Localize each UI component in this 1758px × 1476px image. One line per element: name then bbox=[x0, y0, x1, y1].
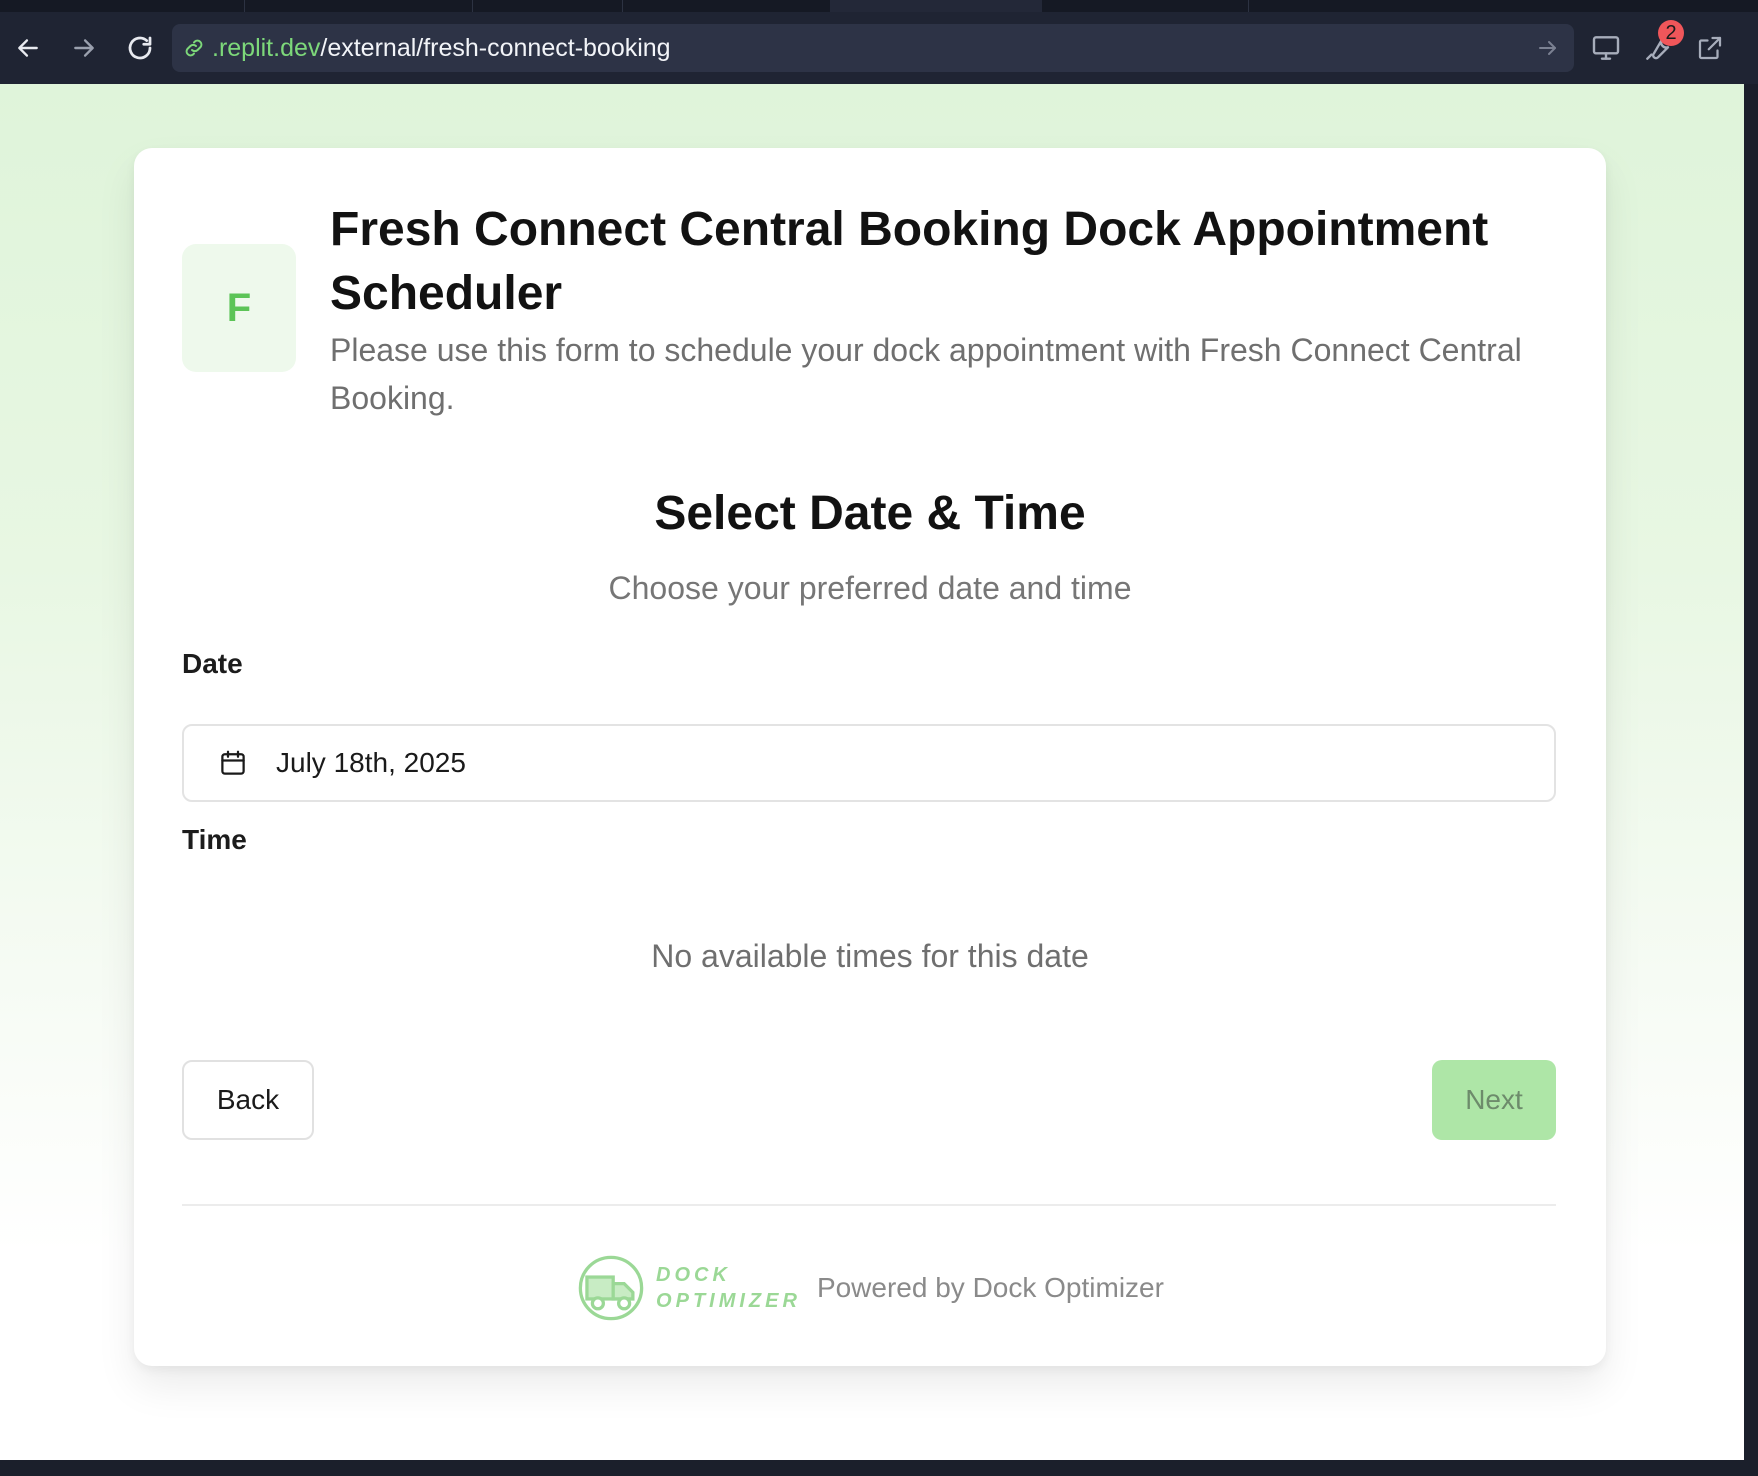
logo-wordmark-line2: OPTIMIZER bbox=[656, 1290, 801, 1312]
address-bar[interactable]: .replit.dev/external/fresh-connect-booki… bbox=[172, 24, 1574, 72]
reload-button[interactable] bbox=[118, 26, 162, 70]
devtools-button[interactable]: 2 bbox=[1636, 20, 1684, 70]
forward-nav-button[interactable] bbox=[62, 26, 106, 70]
tab-separator bbox=[244, 0, 245, 12]
time-label: Time bbox=[182, 824, 247, 855]
booking-card: F Fresh Connect Central Booking Dock App… bbox=[134, 148, 1606, 1366]
link-icon bbox=[182, 36, 206, 60]
arrow-right-icon bbox=[74, 39, 94, 57]
dock-optimizer-logo: DOCK OPTIMIZER bbox=[576, 1253, 801, 1323]
logo-wordmark-line1: DOCK bbox=[656, 1264, 731, 1286]
next-button[interactable]: Next bbox=[1432, 1060, 1556, 1140]
url-path: /external/fresh-connect-booking bbox=[320, 33, 671, 62]
tab-separator bbox=[1248, 0, 1249, 12]
active-tab[interactable] bbox=[830, 0, 1042, 12]
truck-icon bbox=[578, 1255, 644, 1321]
devices-button[interactable] bbox=[1584, 26, 1628, 70]
footer-divider bbox=[182, 1204, 1556, 1206]
page-viewport: F Fresh Connect Central Booking Dock App… bbox=[0, 84, 1744, 1460]
calendar-icon bbox=[218, 748, 248, 778]
powered-by-footer: DOCK OPTIMIZER Powered by Dock Optimizer bbox=[134, 1248, 1606, 1328]
date-picker[interactable]: July 18th, 2025 bbox=[182, 724, 1556, 802]
step-title: Select Date & Time bbox=[654, 487, 1086, 540]
powered-by-text: Powered by Dock Optimizer bbox=[816, 1272, 1164, 1303]
no-times-message: No available times for this date bbox=[651, 938, 1089, 974]
step-subtitle: Choose your preferred date and time bbox=[608, 570, 1132, 606]
window-edge bbox=[1744, 84, 1758, 1476]
tab-separator bbox=[472, 0, 473, 12]
external-link-icon bbox=[1698, 36, 1722, 60]
tab-separator bbox=[622, 0, 623, 12]
company-logo: F bbox=[182, 244, 296, 372]
back-nav-button[interactable] bbox=[6, 26, 50, 70]
arrow-left-icon bbox=[18, 39, 38, 57]
go-arrow-icon[interactable] bbox=[1536, 36, 1560, 67]
tab-strip bbox=[0, 0, 1758, 12]
page-title: Fresh Connect Central Booking Dock Appoi… bbox=[330, 203, 1489, 320]
url-host: .replit.dev bbox=[212, 33, 321, 62]
date-label: Date bbox=[182, 648, 243, 679]
notification-badge: 2 bbox=[1658, 20, 1684, 46]
selected-date: July 18th, 2025 bbox=[276, 747, 466, 778]
page-description: Please use this form to schedule your do… bbox=[330, 332, 1522, 416]
monitor-icon bbox=[1592, 36, 1620, 60]
back-button[interactable]: Back bbox=[182, 1060, 314, 1140]
open-external-button[interactable] bbox=[1688, 26, 1732, 70]
window-bottom-edge bbox=[0, 1460, 1758, 1476]
browser-toolbar: .replit.dev/external/fresh-connect-booki… bbox=[0, 12, 1758, 84]
reload-icon bbox=[128, 36, 152, 60]
